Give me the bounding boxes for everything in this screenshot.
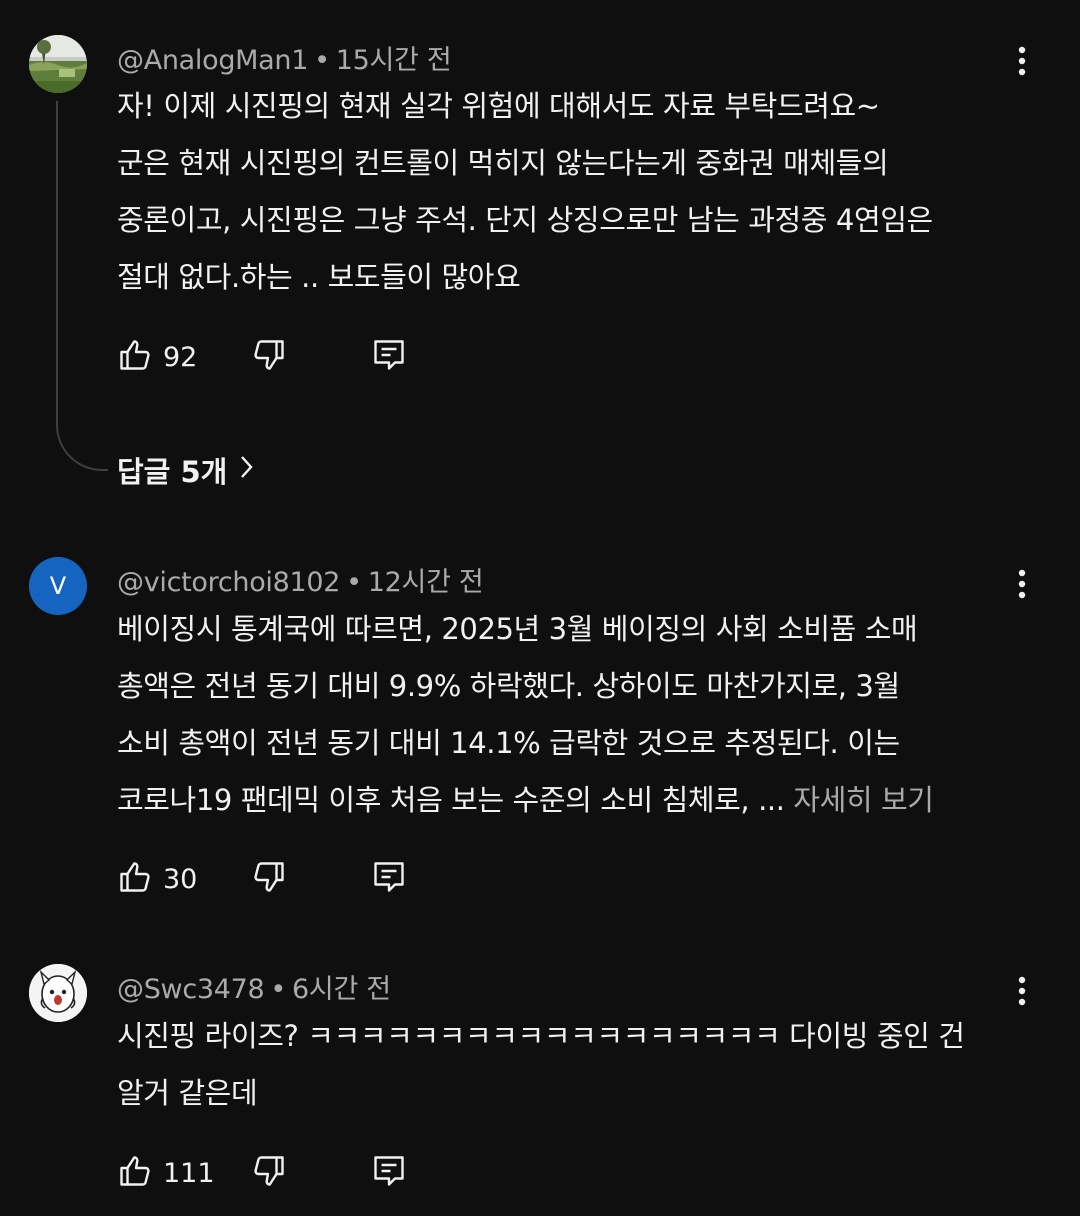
more-actions-button[interactable] (1004, 566, 1040, 606)
thumbs-up-icon (117, 1153, 153, 1193)
reply-button[interactable] (371, 859, 407, 899)
comment-time: 6시간 전 (292, 974, 391, 1005)
comment-reply-icon (371, 337, 407, 377)
like-button[interactable]: 30 (117, 859, 197, 899)
comment-line: 베이징시 통계국에 따르면, 2025년 3월 베이징의 사회 소비품 소매 (117, 612, 918, 646)
comment-line: 알거 같은데 (117, 1076, 258, 1110)
like-count: 111 (163, 1157, 215, 1189)
like-button[interactable]: 92 (117, 337, 197, 377)
meta-separator: • (270, 974, 287, 1005)
comment-meta: @AnalogMan1 • 15시간 전 (117, 38, 452, 77)
reply-button[interactable] (371, 337, 407, 377)
comment-line: 자! 이제 시진핑의 현재 실각 위험에 대해서도 자료 부탁드려요~ (117, 89, 880, 123)
comment-text: 베이징시 통계국에 따르면, 2025년 3월 베이징의 사회 소비품 소매 총… (117, 601, 1017, 829)
comment-text: 자! 이제 시진핑의 현재 실각 위험에 대해서도 자료 부탁드려요~ 군은 현… (117, 78, 1017, 306)
comment-actions: 92 (117, 337, 517, 377)
avatar-swc3478[interactable] (29, 964, 87, 1022)
comment-line: 시진핑 라이즈? ㅋㅋㅋㅋㅋㅋㅋㅋㅋㅋㅋㅋㅋㅋㅋㅋㅋㅋ 다이빙 중인 건 (117, 1019, 965, 1053)
vertical-ellipsis-icon (1018, 46, 1026, 80)
comment-reply-icon (371, 859, 407, 899)
author-name[interactable]: @AnalogMan1 (117, 45, 308, 76)
comment-text: 시진핑 라이즈? ㅋㅋㅋㅋㅋㅋㅋㅋㅋㅋㅋㅋㅋㅋㅋㅋㅋㅋ 다이빙 중인 건 알거 … (117, 1008, 1017, 1122)
reply-thread-connector (56, 101, 108, 471)
thumbs-down-icon (251, 337, 287, 377)
comment-meta: @victorchoi8102 • 12시간 전 (117, 560, 484, 599)
comment-line: 중론이고, 시진핑은 그냥 주석. 단지 상징으로만 남는 과정중 4연임은 (117, 203, 933, 237)
thumbs-down-icon (251, 859, 287, 899)
meta-separator: • (314, 45, 330, 76)
comment-actions: 111 (117, 1153, 517, 1193)
reply-button[interactable] (371, 1153, 407, 1193)
chevron-right-icon (227, 453, 255, 487)
comment-line: 절대 없다.하는 .. 보도들이 많아요 (117, 260, 521, 294)
comment-line: 소비 총액이 전년 동기 대비 14.1% 급락한 것으로 추정된다. 이는 (117, 726, 900, 760)
avatar-letter: V (49, 572, 67, 600)
dislike-button[interactable] (251, 337, 287, 377)
comment-line-text: 코로나19 팬데믹 이후 처음 보는 수준의 소비 침체로, ... (117, 783, 785, 817)
avatar-victorchoi8102[interactable]: V (29, 557, 87, 615)
replies-label: 답글 5개 (117, 455, 228, 489)
like-count: 92 (163, 341, 198, 373)
more-actions-button[interactable] (1004, 973, 1040, 1013)
vertical-ellipsis-icon (1018, 976, 1026, 1010)
thumbs-up-icon (117, 337, 153, 377)
comment-line: 코로나19 팬데믹 이후 처음 보는 수준의 소비 침체로, ... 자세히 보… (117, 772, 1017, 829)
author-name[interactable]: @victorchoi8102 (117, 567, 340, 598)
comment-reply-icon (371, 1153, 407, 1193)
comment-time: 15시간 전 (335, 45, 452, 76)
author-name[interactable]: @Swc3478 (117, 974, 265, 1005)
like-button[interactable]: 111 (117, 1153, 215, 1193)
thumbs-up-icon (117, 859, 153, 899)
comment-line: 군은 현재 시진핑의 컨트롤이 먹히지 않는다는게 중화권 매체들의 (117, 146, 889, 180)
like-count: 30 (163, 863, 198, 895)
dislike-button[interactable] (251, 859, 287, 899)
meta-separator: • (346, 567, 362, 598)
comment-actions: 30 (117, 859, 517, 899)
view-replies-button[interactable]: 답글 5개 (117, 446, 255, 494)
comment-line: 총액은 전년 동기 대비 9.9% 하락했다. 상하이도 마찬가지로, 3월 (117, 669, 900, 703)
vertical-ellipsis-icon (1018, 569, 1026, 603)
dislike-button[interactable] (251, 1153, 287, 1193)
avatar-analogman1[interactable] (29, 35, 87, 93)
thumbs-down-icon (251, 1153, 287, 1193)
comment-time: 12시간 전 (367, 567, 484, 598)
read-more-link[interactable]: 자세히 보기 (793, 783, 934, 817)
more-actions-button[interactable] (1004, 43, 1040, 83)
comment-meta: @Swc3478 • 6시간 전 (117, 967, 391, 1006)
